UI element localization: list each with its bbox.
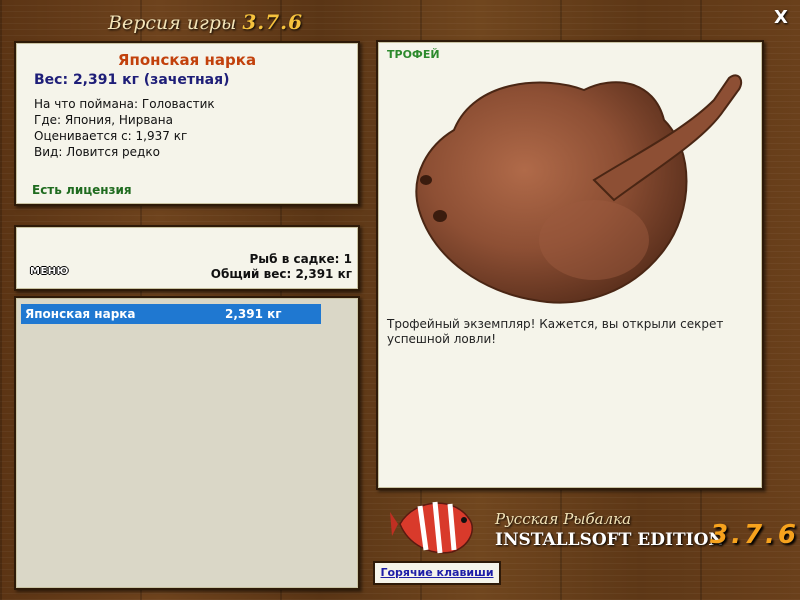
fish-location: Где: Япония, Нирвана — [34, 113, 173, 127]
catch-list: Японская нарка 2,391 кг — [14, 296, 360, 590]
menu-button[interactable]: МЕНЮ — [30, 266, 80, 280]
title-prefix: Версия игры — [108, 12, 237, 34]
fish-weight: Вес: 2,391 кг (зачетная) — [34, 72, 230, 88]
license-status: Есть лицензия — [32, 183, 132, 197]
catch-item-weight: 2,391 кг — [225, 307, 282, 321]
catch-item-name: Японская нарка — [25, 307, 136, 321]
fish-rarity: Вид: Ловится редко — [34, 145, 160, 159]
fish-info-panel: Японская нарка Вес: 2,391 кг (зачетная) … — [14, 41, 360, 206]
window-title: Версия игры 3.7.6 — [108, 10, 328, 36]
cage-count: Рыб в садке: 1 — [249, 252, 353, 266]
fish-description: Трофейный экземпляр! Кажется, вы открыли… — [387, 317, 724, 346]
title-version: 3.7.6 — [242, 10, 304, 34]
logo-version: 3.7.6 — [710, 520, 800, 550]
catch-list-item[interactable]: Японская нарка 2,391 кг — [21, 304, 321, 324]
hotkeys-button[interactable]: Горячие клавиши — [373, 561, 501, 585]
fish-bait: На что поймана: Головастик — [34, 97, 215, 111]
close-button[interactable]: X — [770, 8, 792, 28]
logo-title: Русская Рыбалка — [495, 510, 632, 528]
cage-panel: Рыб в садке: 1 Общий вес: 2,391 кг — [14, 225, 360, 291]
game-logo: Русская Рыбалка INSTALLSOFT EDITION 3.7.… — [388, 490, 796, 560]
logo-edition: INSTALLSOFT EDITION — [495, 530, 724, 550]
fish-logo-icon — [390, 501, 473, 554]
fish-detail-panel: ТРОФЕЙ Трофейный экземпляр! Кажется, вы … — [376, 40, 764, 490]
fish-min-weight: Оценивается с: 1,937 кг — [34, 129, 188, 143]
fish-name: Японская нарка — [117, 51, 257, 69]
cage-total-weight: Общий вес: 2,391 кг — [210, 267, 352, 281]
fish-image — [415, 74, 743, 304]
